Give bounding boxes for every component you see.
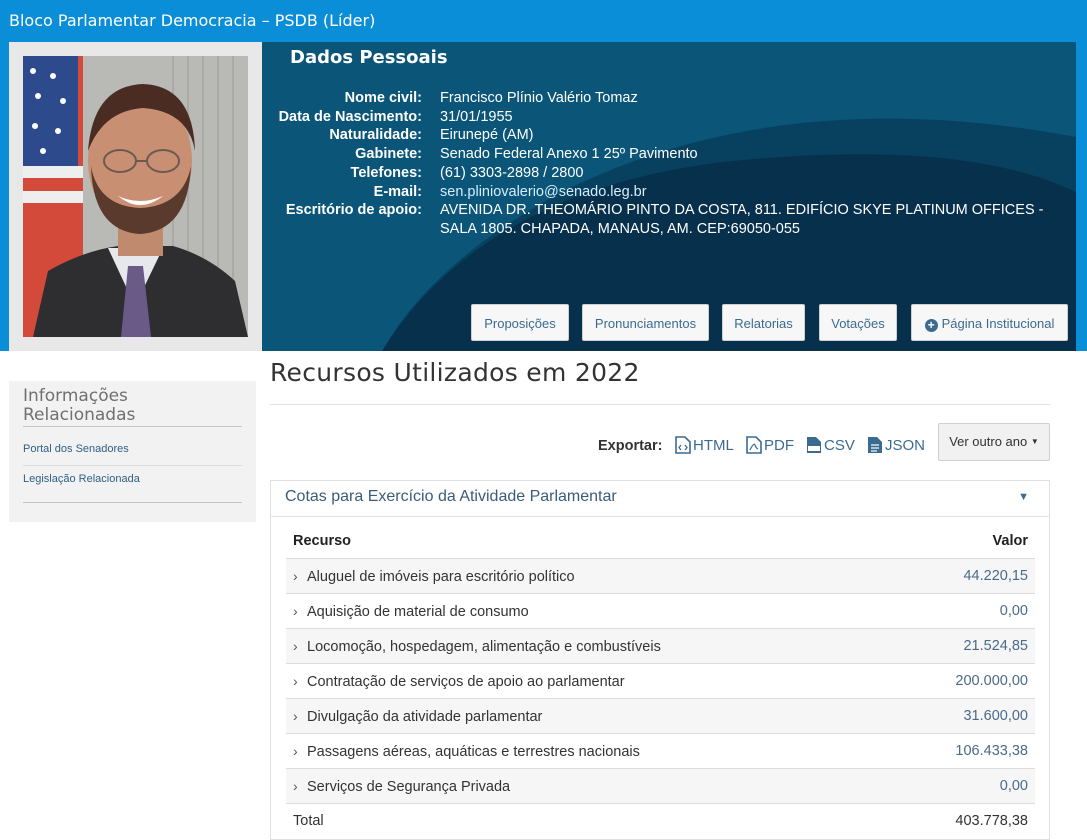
table-header-row: Recurso Valor xyxy=(286,524,1035,559)
senator-photo xyxy=(23,56,248,337)
caret-down-icon: ▼ xyxy=(1030,437,1039,446)
tab-proposicoes[interactable]: Proposições xyxy=(471,304,569,341)
table-row[interactable]: › Contratação de serviços de apoio ao par… xyxy=(286,663,1035,699)
chevron-right-icon: › xyxy=(293,707,298,724)
personal-data-list: Nome civil: Francisco Plínio Valério Tom… xyxy=(262,89,1060,239)
table-row[interactable]: › Passagens aéreas, aquáticas e terrestre… xyxy=(286,733,1035,769)
top-bar: Bloco Parlamentar Democracia – PSDB (Líd… xyxy=(0,0,1087,42)
html-file-icon xyxy=(675,436,691,454)
page-title: Recursos Utilizados em 2022 xyxy=(270,358,640,387)
sidebar-link-legislacao[interactable]: Legislação Relacionada xyxy=(23,473,140,485)
divider xyxy=(270,404,1050,405)
table-row[interactable]: › Locomoção, hospedagem, alimentação e co… xyxy=(286,628,1035,664)
divider xyxy=(23,465,242,466)
panel-header[interactable]: Cotas para Exercício da Atividade Parlam… xyxy=(271,481,1049,517)
field-birth-date: Data de Nascimento: 31/01/1955 xyxy=(278,108,513,125)
chevron-right-icon: › xyxy=(293,777,298,794)
chevron-right-icon: › xyxy=(293,672,298,689)
divider xyxy=(23,502,242,503)
table-total-row: Total 403.778,38 xyxy=(286,804,1035,839)
table-row[interactable]: › Serviços de Segurança Privada 0,00 xyxy=(286,768,1035,804)
chevron-right-icon: › xyxy=(293,742,298,759)
tab-pagina-institucional[interactable]: + Página Institucional xyxy=(911,304,1068,341)
pdf-file-icon xyxy=(746,436,762,454)
panel-title: Cotas para Exercício da Atividade Parlam… xyxy=(285,488,617,505)
tab-pronunciamentos[interactable]: Pronunciamentos xyxy=(582,304,709,341)
field-civil-name: Nome civil: Francisco Plínio Valério Tom… xyxy=(344,90,638,106)
related-info-sidebar: Informações Relacionadas Portal dos Sena… xyxy=(9,381,256,522)
tab-relatorias[interactable]: Relatorias xyxy=(722,304,805,341)
tab-votacoes[interactable]: Votações xyxy=(819,304,897,341)
table-row[interactable]: › Divulgação da atividade parlamentar 31.… xyxy=(286,698,1035,734)
export-json-link[interactable]: JSON xyxy=(867,436,925,454)
field-support-office: Escritório de apoio: AVENIDA DR. THEOMÁR… xyxy=(285,202,1044,237)
table-row[interactable]: › Aluguel de imóveis para escritório polí… xyxy=(286,558,1035,594)
party-bloc-title: Bloco Parlamentar Democracia – PSDB (Líd… xyxy=(9,11,376,30)
sidebar-title: Informações Relacionadas xyxy=(23,386,136,425)
chevron-down-icon: ▼ xyxy=(1018,491,1029,503)
csv-file-icon xyxy=(807,437,821,453)
json-file-icon xyxy=(868,437,882,453)
plus-circle-icon: + xyxy=(924,319,938,332)
chevron-right-icon: › xyxy=(293,637,298,654)
personal-data-heading: Dados Pessoais xyxy=(290,47,448,68)
personal-data-panel: Dados Pessoais Nome civil: Francisco Plí… xyxy=(262,42,1076,351)
column-header-value: Valor xyxy=(896,524,1035,559)
export-pdf-link[interactable]: PDF xyxy=(746,436,794,454)
field-email: E-mail: sen.pliniovalerio@senado.leg.br xyxy=(262,183,1060,202)
field-office: Gabinete: Senado Federal Anexo 1 25º Pav… xyxy=(355,146,698,163)
field-birthplace: Naturalidade: Eirunepé (AM) xyxy=(329,127,534,144)
export-csv-link[interactable]: CSV xyxy=(806,436,855,454)
export-label: Exportar: xyxy=(598,438,663,454)
sidebar-link-portal-senadores[interactable]: Portal dos Senadores xyxy=(23,443,129,455)
divider xyxy=(23,426,242,427)
chevron-right-icon: › xyxy=(293,567,298,584)
chevron-right-icon: › xyxy=(293,602,298,619)
table-row[interactable]: › Aquisição de material de consumo 0,00 xyxy=(286,593,1035,629)
resources-table: Recurso Valor › Aluguel de imóveis para e… xyxy=(286,524,1035,838)
total-label: Total xyxy=(293,813,324,829)
quota-panel: Cotas para Exercício da Atividade Parlam… xyxy=(270,480,1050,840)
email-link[interactable]: sen.pliniovalerio@senado.leg.br xyxy=(440,183,1060,202)
field-phones: Telefones: (61) 3303-2898 / 2800 xyxy=(350,164,584,181)
column-header-resource: Recurso xyxy=(286,524,897,559)
other-year-dropdown[interactable]: Ver outro ano ▼ xyxy=(938,423,1050,461)
total-value: 403.778,38 xyxy=(955,813,1028,829)
export-html-link[interactable]: HTML xyxy=(675,436,734,454)
